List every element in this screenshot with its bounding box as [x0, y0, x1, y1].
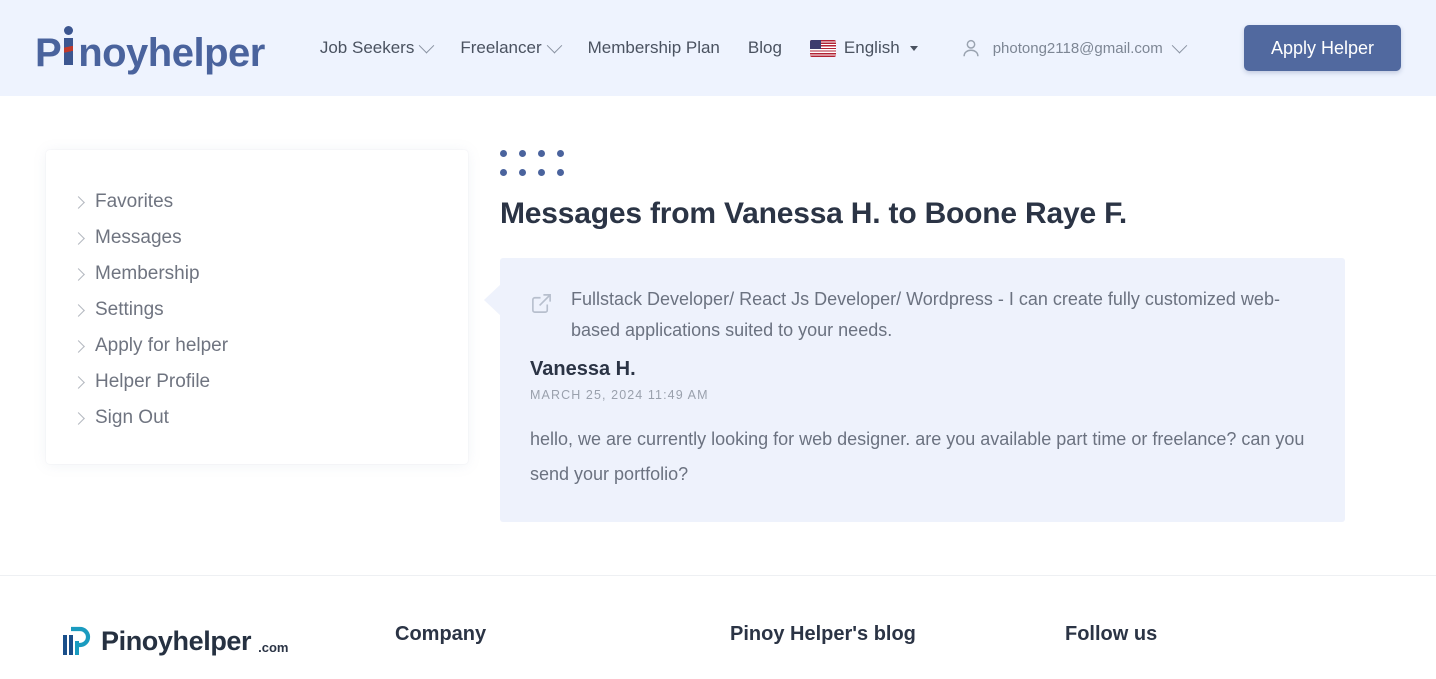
footer-column-blog: Pinoy Helper's blog [730, 623, 1065, 679]
sidebar-item-label: Membership [95, 263, 200, 284]
message-card[interactable]: Fullstack Developer/ React Js Developer/… [484, 258, 1345, 523]
sidebar-item-label: Apply for helper [95, 335, 229, 356]
footer-logo-text: Pinoyhelper [101, 626, 252, 657]
chevron-down-icon [419, 37, 435, 53]
nav-label: Membership Plan [587, 38, 720, 57]
page-title: Messages from Vanessa H. to Boone Raye F… [500, 197, 1128, 230]
footer-column-company: Company [395, 623, 730, 679]
nav-label: Job Seekers [319, 38, 415, 57]
site-header: P noyhelper Job Seekers Freelancer Membe… [0, 0, 1436, 96]
chevron-down-icon [1171, 37, 1188, 53]
footer-logo[interactable]: Pinoyhelper .com [60, 623, 395, 655]
logo-letter-p: P [35, 30, 62, 75]
message-subject: Fullstack Developer/ React Js Developer/… [571, 289, 1280, 340]
card-notch [484, 284, 501, 316]
chevron-right-icon [72, 231, 85, 245]
dots-decoration-icon [500, 150, 1356, 176]
account-menu[interactable]: photong2118@gmail.com [960, 37, 1188, 59]
sidebar-item-label: Settings [95, 299, 164, 320]
language-selector[interactable]: English [809, 38, 918, 58]
logo-wordmark: noyhelper [78, 30, 265, 75]
chevron-down-icon [546, 37, 562, 53]
footer-heading: Pinoy Helper's blog [730, 623, 916, 645]
caret-down-icon [909, 45, 918, 51]
page-body: Favorites Messages Membership Settings A… [0, 96, 1436, 575]
logo-stylized-i-icon [61, 24, 78, 66]
message-subject-row: Fullstack Developer/ React Js Developer/… [530, 284, 1313, 346]
messages-panel: Messages from Vanessa H. to Boone Raye F… [484, 150, 1436, 575]
external-link-icon[interactable] [530, 292, 553, 315]
message-timestamp: MARCH 25, 2024 11:49 AM [530, 387, 709, 402]
footer-heading: Follow us [1065, 623, 1158, 645]
message-body: hello, we are currently looking for web … [530, 428, 1305, 484]
nav-item-job-seekers[interactable]: Job Seekers [319, 37, 435, 58]
account-email: photong2118@gmail.com [992, 39, 1163, 57]
chevron-right-icon [72, 303, 85, 317]
message-sender: Vanessa H. [530, 357, 636, 380]
sidebar-item-label: Sign Out [95, 407, 169, 428]
sidebar-item-label: Helper Profile [95, 371, 211, 392]
sidebar-item-apply-for-helper[interactable]: Apply for helper [46, 328, 468, 364]
sidebar-item-messages[interactable]: Messages [46, 220, 468, 256]
chevron-right-icon [72, 411, 85, 425]
nav-label: Freelancer [460, 38, 542, 57]
chevron-right-icon [72, 339, 85, 353]
chevron-right-icon [72, 195, 85, 209]
apply-helper-button[interactable]: Apply Helper [1244, 25, 1401, 71]
sidebar-item-favorites[interactable]: Favorites [46, 184, 468, 220]
sidebar: Favorites Messages Membership Settings A… [0, 150, 500, 575]
footer-heading: Company [395, 623, 487, 645]
nav-item-freelancer[interactable]: Freelancer [460, 37, 562, 58]
footer-column-follow-us: Follow us [1065, 623, 1400, 679]
chevron-right-icon [72, 267, 85, 281]
chevron-right-icon [72, 375, 85, 389]
sidebar-item-settings[interactable]: Settings [46, 292, 468, 328]
sidebar-item-sign-out[interactable]: Sign Out [46, 400, 468, 436]
primary-nav: Job Seekers Freelancer Membership Plan B… [320, 37, 1401, 59]
person-icon [960, 37, 982, 59]
sidebar-item-membership[interactable]: Membership [46, 256, 468, 292]
nav-item-blog[interactable]: Blog [748, 38, 782, 58]
site-footer: Pinoyhelper .com Company Pinoy Helper's … [0, 575, 1436, 679]
footer-logo-column: Pinoyhelper .com [0, 623, 395, 679]
us-flag-icon [809, 39, 836, 57]
sidebar-item-helper-profile[interactable]: Helper Profile [46, 364, 468, 400]
pinoyhelper-mark-icon [60, 623, 94, 655]
site-logo[interactable]: P noyhelper [35, 24, 265, 73]
language-label: English [843, 38, 900, 57]
nav-item-membership-plan[interactable]: Membership Plan [588, 38, 720, 58]
footer-logo-suffix: .com [258, 640, 289, 655]
sidebar-item-label: Messages [95, 227, 182, 248]
sidebar-card: Favorites Messages Membership Settings A… [46, 150, 468, 464]
sidebar-item-label: Favorites [95, 191, 174, 212]
nav-label: Blog [747, 38, 782, 57]
